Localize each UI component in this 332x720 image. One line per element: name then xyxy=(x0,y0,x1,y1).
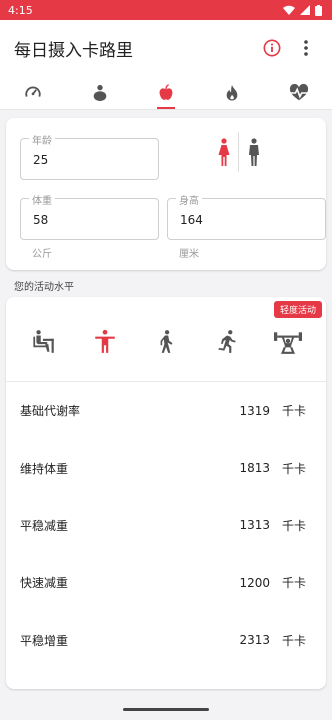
calorie-results-list: 基础代谢率 1319 千卡 维持体重 1813 千卡 平稳减重 1313 千卡 … xyxy=(6,382,326,689)
info-icon xyxy=(263,39,281,57)
result-value: 1813 xyxy=(239,461,270,476)
male-button[interactable] xyxy=(248,138,260,172)
activity-selector xyxy=(6,313,326,371)
result-value: 1313 xyxy=(239,518,270,533)
result-label: 基础代谢率 xyxy=(20,404,81,419)
tab-bar xyxy=(0,76,332,110)
result-unit: 千卡 xyxy=(281,518,306,533)
result-label: 维持体重 xyxy=(20,461,69,476)
status-bar: 4:15 xyxy=(0,0,332,20)
activity-very-active-button[interactable] xyxy=(268,322,308,362)
more-options-button[interactable] xyxy=(292,34,320,62)
result-label: 平稳增重 xyxy=(20,633,69,648)
walking-icon xyxy=(160,330,173,353)
weight-label: 体重 xyxy=(29,192,55,207)
age-value: 25 xyxy=(33,153,49,167)
heartbeat-icon xyxy=(288,83,309,100)
weightlifting-icon xyxy=(273,332,302,354)
age-label: 年龄 xyxy=(29,132,55,147)
status-time: 4:15 xyxy=(8,3,33,17)
tab-burn[interactable] xyxy=(199,76,265,109)
app-bar: 每日摄入卡路里 xyxy=(0,20,332,76)
height-unit: 厘米 xyxy=(179,249,199,260)
activity-moderate-button[interactable] xyxy=(146,322,186,362)
result-unit: 千卡 xyxy=(281,633,306,648)
result-unit: 千卡 xyxy=(281,404,306,419)
app-title: 每日摄入卡路里 xyxy=(14,40,133,61)
activity-card: 轻度活动 基础代谢率 1319 千卡 维持体重 1813 千卡 平稳减重 131… xyxy=(6,297,326,689)
signal-icon xyxy=(300,5,310,15)
tab-body[interactable] xyxy=(66,76,132,109)
result-unit: 千卡 xyxy=(281,576,306,591)
flame-icon xyxy=(227,84,238,101)
result-value: 1319 xyxy=(239,403,270,418)
activity-sedentary-button[interactable] xyxy=(24,322,64,362)
info-button[interactable] xyxy=(258,34,286,62)
weight-value: 58 xyxy=(33,213,49,227)
home-gesture-handle[interactable] xyxy=(123,708,209,711)
result-value: 2313 xyxy=(239,633,270,648)
result-row-bmr: 基础代谢率 1319 千卡 xyxy=(6,382,326,439)
result-unit: 千卡 xyxy=(281,461,306,476)
body-icon xyxy=(93,84,106,101)
age-field[interactable]: 年龄 25 xyxy=(20,132,159,180)
weight-field[interactable]: 体重 58 xyxy=(20,192,159,240)
result-row-fast-loss: 快速减重 1200 千卡 xyxy=(6,554,326,611)
more-vert-icon xyxy=(304,40,308,56)
activity-active-button[interactable] xyxy=(207,322,247,362)
result-row-maintain: 维持体重 1813 千卡 xyxy=(6,439,326,496)
tab-heart[interactable] xyxy=(266,76,332,109)
profile-card: 年龄 25 体重 58 公斤 身高 164 厘米 xyxy=(6,118,326,270)
gender-divider xyxy=(238,132,239,172)
running-icon xyxy=(218,330,236,353)
result-value: 1200 xyxy=(239,575,270,590)
standing-arms-out-icon xyxy=(95,329,115,353)
result-label: 平稳减重 xyxy=(20,518,69,533)
height-value: 164 xyxy=(180,213,203,227)
tab-calories[interactable] xyxy=(133,76,199,109)
apple-icon xyxy=(159,83,173,100)
sitting-icon xyxy=(33,330,55,353)
female-icon xyxy=(218,138,230,166)
female-button[interactable] xyxy=(218,138,230,172)
tab-speed[interactable] xyxy=(0,76,66,109)
height-label: 身高 xyxy=(176,192,202,207)
speedometer-icon xyxy=(25,86,41,97)
activity-light-button[interactable] xyxy=(85,322,125,362)
weight-unit: 公斤 xyxy=(32,249,52,260)
battery-icon xyxy=(315,4,322,16)
system-nav-bar xyxy=(0,698,332,720)
result-label: 快速减重 xyxy=(20,576,69,591)
result-row-mild-gain: 平稳增重 2313 千卡 xyxy=(6,612,326,669)
male-icon xyxy=(249,138,259,166)
result-row-mild-loss: 平稳减重 1313 千卡 xyxy=(6,497,326,554)
wifi-icon xyxy=(283,5,295,15)
activity-section-label: 您的活动水平 xyxy=(14,282,74,293)
height-field[interactable]: 身高 164 xyxy=(167,192,326,240)
